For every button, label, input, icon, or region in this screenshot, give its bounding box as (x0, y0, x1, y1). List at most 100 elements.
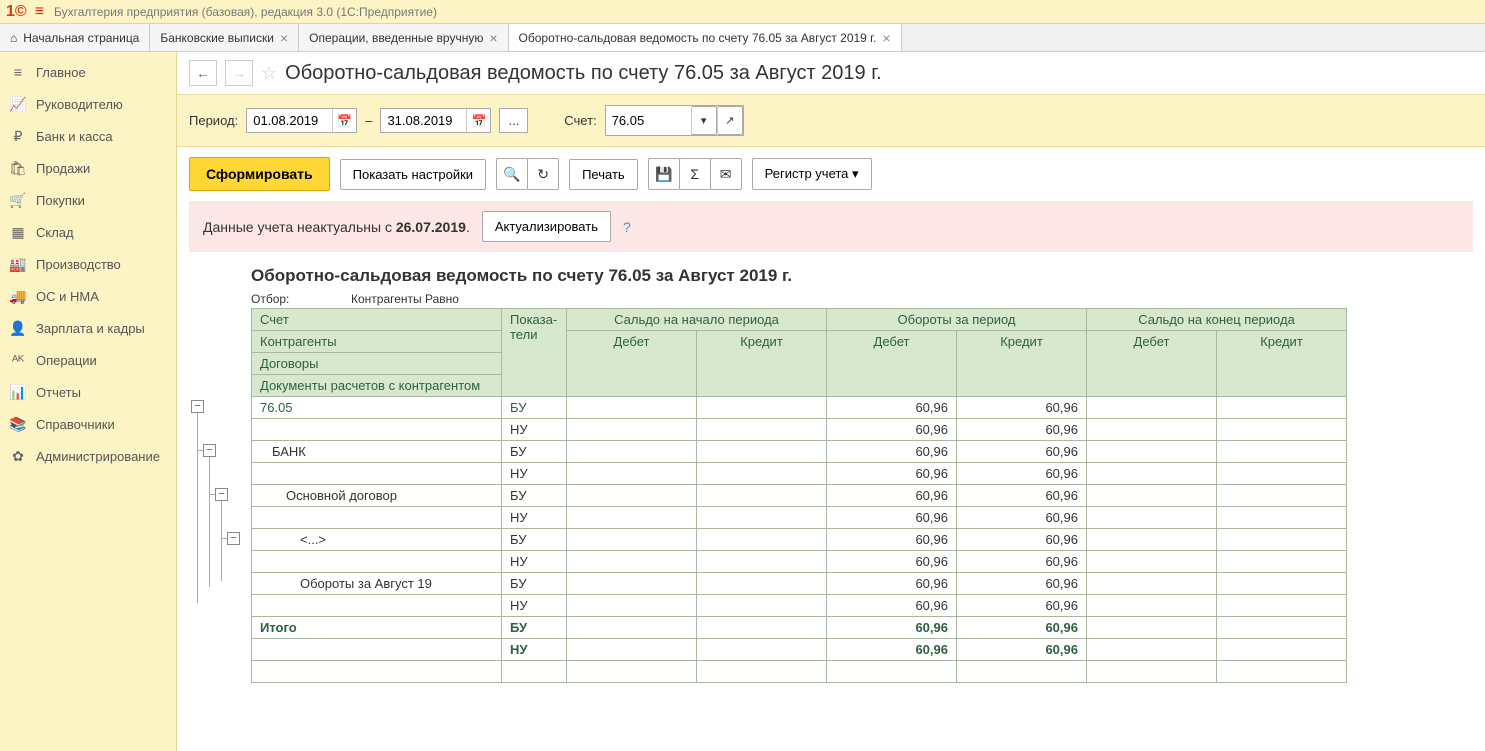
nav-back-button[interactable]: ← (189, 60, 217, 86)
nav-label: Руководителю (36, 97, 123, 112)
sidebar-item-4[interactable]: 🛒Покупки (0, 184, 176, 216)
sidebar-item-5[interactable]: ▦ Склад (0, 216, 176, 248)
nav-label: Продажи (36, 161, 90, 176)
favorite-icon[interactable]: ☆ (261, 63, 277, 84)
report-filter-line: Отбор:Контрагенты Равно (251, 292, 1347, 306)
tab-label: Банковские выписки (160, 31, 274, 45)
help-icon[interactable]: ? (623, 219, 631, 235)
tree-column: − − − − (189, 266, 251, 683)
tab-label: Операции, введенные вручную (309, 31, 483, 45)
date-from-field[interactable]: 📅 (246, 108, 357, 133)
nav-label: Склад (36, 225, 74, 240)
report-table: СчетПоказа- телиСальдо на начало периода… (251, 308, 1347, 683)
tab-1[interactable]: Банковские выписки × (150, 24, 299, 51)
table-row[interactable]: Обороты за Август 19БУ60,9660,96 (252, 573, 1347, 595)
period-label: Период: (189, 113, 238, 128)
tree-collapse-icon[interactable]: − (191, 400, 204, 413)
table-row[interactable]: НУ60,9660,96 (252, 463, 1347, 485)
print-button[interactable]: Печать (569, 159, 638, 190)
nav-icon: ▦ (10, 224, 26, 240)
sidebar-item-12[interactable]: ✿ Администрирование (0, 440, 176, 472)
sidebar-item-6[interactable]: 🏭Производство (0, 248, 176, 280)
sidebar-item-1[interactable]: 📈Руководителю (0, 88, 176, 120)
app-title: Бухгалтерия предприятия (базовая), редак… (54, 5, 437, 19)
page-header: ← → ☆ Оборотно-сальдовая ведомость по сч… (177, 52, 1485, 94)
nav-label: ОС и НМА (36, 289, 99, 304)
sidebar-item-8[interactable]: 👤Зарплата и кадры (0, 312, 176, 344)
nav-icon: 🚚 (10, 288, 26, 304)
close-icon[interactable]: × (280, 30, 288, 46)
table-row[interactable]: НУ60,9660,96 (252, 551, 1347, 573)
table-total-row: НУ60,9660,96 (252, 639, 1347, 661)
actualize-button[interactable]: Актуализировать (482, 211, 611, 242)
tab-label: Начальная страница (23, 31, 139, 45)
hamburger-icon[interactable]: ≡ (35, 3, 44, 21)
tree-collapse-icon[interactable]: − (215, 488, 228, 501)
warning-text: Данные учета неактуальны с 26.07.2019. (203, 219, 470, 235)
table-row[interactable]: НУ60,9660,96 (252, 419, 1347, 441)
calendar-icon[interactable]: 📅 (466, 109, 490, 132)
tree-collapse-icon[interactable]: − (203, 444, 216, 457)
tab-0[interactable]: ⌂ Начальная страница (0, 24, 150, 51)
sidebar: ≡Главное📈Руководителю ₽ Банк и касса 🛍 Прода… (0, 52, 177, 751)
sidebar-item-9[interactable]: ᴬᴷ Операции (0, 344, 176, 376)
tab-bar: ⌂Начальная страницаБанковские выписки×Оп… (0, 24, 1485, 52)
table-row[interactable]: <...>БУ60,9660,96 (252, 529, 1347, 551)
nav-icon: ✿ (10, 448, 26, 464)
tab-2[interactable]: Операции, введенные вручную × (299, 24, 508, 51)
sidebar-item-2[interactable]: ₽ Банк и касса (0, 120, 176, 152)
date-to-field[interactable]: 📅 (380, 108, 491, 133)
close-icon[interactable]: × (882, 30, 890, 46)
close-icon[interactable]: × (489, 30, 497, 46)
nav-label: Зарплата и кадры (36, 321, 145, 336)
account-input[interactable] (606, 106, 691, 135)
nav-forward-button[interactable]: → (225, 60, 253, 86)
main-content: ← → ☆ Оборотно-сальдовая ведомость по сч… (177, 52, 1485, 751)
mail-icon[interactable]: ✉ (710, 158, 742, 190)
nav-label: Главное (36, 65, 86, 80)
nav-icon: ₽ (10, 128, 26, 144)
tree-collapse-icon[interactable]: − (227, 532, 240, 545)
date-to-input[interactable] (381, 109, 466, 132)
sidebar-item-7[interactable]: 🚚 ОС и НМА (0, 280, 176, 312)
logo-1c: 1© (6, 3, 27, 21)
table-row[interactable]: НУ60,9660,96 (252, 507, 1347, 529)
nav-label: Справочники (36, 417, 115, 432)
account-field[interactable]: ▾ ↗ (605, 105, 744, 136)
home-icon: ⌂ (10, 31, 17, 45)
period-picker-button[interactable]: ... (499, 108, 528, 133)
titlebar: 1© ≡ Бухгалтерия предприятия (базовая), … (0, 0, 1485, 24)
date-from-input[interactable] (247, 109, 332, 132)
sidebar-item-10[interactable]: 📊Отчеты (0, 376, 176, 408)
nav-icon: 🛒 (10, 192, 26, 208)
save-icon[interactable]: 💾 (648, 158, 680, 190)
nav-label: Банк и касса (36, 129, 113, 144)
tab-3[interactable]: Оборотно-сальдовая ведомость по счету 76… (509, 24, 902, 51)
table-row[interactable]: Основной договорБУ60,9660,96 (252, 485, 1347, 507)
table-row[interactable]: НУ60,9660,96 (252, 595, 1347, 617)
nav-icon: ᴬᴷ (10, 352, 26, 368)
register-button[interactable]: Регистр учета ▾ (752, 158, 872, 190)
table-row[interactable]: БАНКБУ60,9660,96 (252, 441, 1347, 463)
sidebar-item-3[interactable]: 🛍 Продажи (0, 152, 176, 184)
toolbar: Сформировать Показать настройки 🔍 ↻ Печа… (177, 147, 1485, 201)
table-row[interactable]: 76.05БУ60,9660,96 (252, 397, 1347, 419)
sidebar-item-0[interactable]: ≡Главное (0, 56, 176, 88)
dropdown-icon[interactable]: ▾ (691, 106, 717, 135)
account-label: Счет: (564, 113, 596, 128)
sidebar-item-11[interactable]: 📚 Справочники (0, 408, 176, 440)
open-icon[interactable]: ↗ (717, 106, 743, 135)
form-button[interactable]: Сформировать (189, 157, 330, 191)
table-total-row: ИтогоБУ60,9660,96 (252, 617, 1347, 639)
sum-icon[interactable]: Σ (679, 158, 711, 190)
show-settings-button[interactable]: Показать настройки (340, 159, 486, 190)
calendar-icon[interactable]: 📅 (332, 109, 356, 132)
report-title: Оборотно-сальдовая ведомость по счету 76… (251, 266, 1347, 286)
filter-bar: Период: 📅 – 📅 ... Счет: ▾ ↗ (177, 94, 1485, 147)
nav-icon: 🛍 (10, 160, 26, 176)
nav-icon: 📚 (10, 416, 26, 432)
nav-label: Операции (36, 353, 97, 368)
nav-label: Администрирование (36, 449, 160, 464)
refresh-icon[interactable]: ↻ (527, 158, 559, 190)
search-icon[interactable]: 🔍 (496, 158, 528, 190)
